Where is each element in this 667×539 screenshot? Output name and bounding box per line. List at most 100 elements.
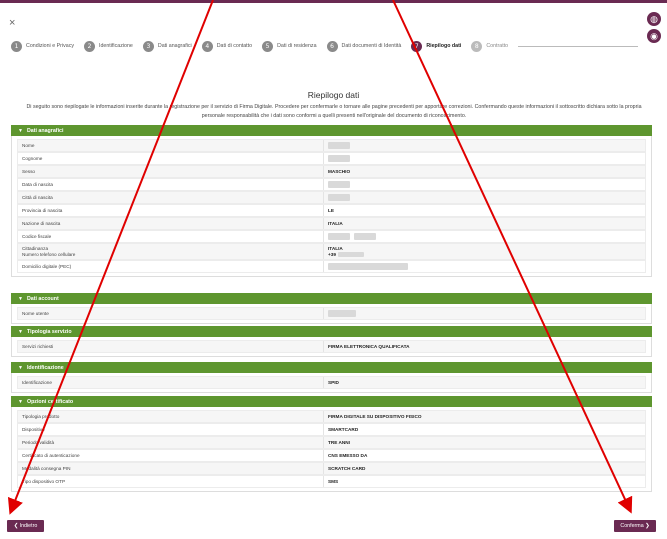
step-label: Dati documenti di Identità	[341, 43, 402, 49]
table-row: Tipologia prodotto FIRMA DIGITALE SU DISP…	[17, 410, 646, 423]
section-title: Identificazione	[26, 364, 64, 371]
step-label: Identificazione	[99, 43, 133, 49]
row-key: Sesso	[18, 166, 324, 177]
table-row: Modalità consegna PIN SCRATCH CARD	[17, 462, 646, 475]
table-row: Identificazione SPID	[17, 376, 646, 389]
table-row: Cognome	[17, 152, 646, 165]
table-row: Data di nascita	[17, 178, 646, 191]
row-key: Città di nascita	[18, 192, 324, 203]
row-value	[324, 261, 645, 272]
redacted-value	[328, 194, 350, 201]
top-accent-bar	[0, 0, 667, 3]
table-row: Codice fiscale	[17, 230, 646, 243]
redacted-value	[328, 263, 408, 270]
table-row: Domicilio digitale (PEC)	[17, 260, 646, 273]
stepper-progress-line	[518, 45, 639, 47]
chevron-down-icon: ▼	[18, 295, 23, 302]
accessibility-icon[interactable]: ◉	[647, 29, 661, 43]
row-value	[324, 140, 645, 151]
step-number: 6	[326, 40, 338, 52]
section-header-dati-anagrafici[interactable]: ▼ Dati anagrafici	[11, 125, 652, 136]
step-riepilogo-dati[interactable]: 7 Riepilogo dati	[411, 40, 462, 52]
close-icon[interactable]: ×	[9, 18, 15, 29]
row-value: FIRMA DIGITALE SU DISPOSITIVO FISICO	[328, 413, 422, 419]
row-value-line: +39	[328, 252, 364, 258]
step-number: 7	[411, 40, 423, 52]
row-value: SCRATCH CARD	[328, 465, 366, 471]
row-key: Data di nascita	[18, 179, 324, 190]
step-label: Dati di contatto	[216, 43, 253, 49]
table-row: Provincia di nascita LE	[17, 204, 646, 217]
redacted-value	[328, 142, 350, 149]
redacted-value	[328, 310, 356, 317]
row-key: Tipo dispositivo OTP	[18, 476, 324, 487]
section-header-tipologia-servizio[interactable]: ▼ Tipologia servizio	[11, 326, 652, 337]
section-title: Dati account	[26, 295, 59, 302]
row-key: Nome utente	[18, 308, 324, 319]
table-row: Tipo dispositivo OTP SMS	[17, 475, 646, 488]
step-dati-residenza[interactable]: 5 Dati di residenza	[262, 40, 317, 52]
row-value	[324, 231, 645, 242]
step-label: Riepilogo dati	[426, 43, 462, 49]
row-value	[324, 179, 645, 190]
step-label: Dati anagrafici	[157, 43, 192, 49]
phone-prefix: +39	[328, 251, 336, 257]
section-header-identificazione[interactable]: ▼ Identificazione	[11, 362, 652, 373]
table-row: Dispositivo SMARTCARD	[17, 423, 646, 436]
step-condizioni[interactable]: 1 Condizioni e Privacy	[11, 40, 74, 52]
step-dati-documenti[interactable]: 6 Dati documenti di Identità	[326, 40, 402, 52]
row-key-line: Numero telefono cellulare	[22, 251, 76, 257]
table-row: Certificato di autenticazione CNS EMESSO …	[17, 449, 646, 462]
row-value: FIRMA ELETTRONICA QUALIFICATA	[328, 343, 410, 349]
row-key: Modalità consegna PIN	[18, 463, 324, 474]
row-value: LE	[328, 207, 334, 213]
table-row: Periodo validità TRE ANNI	[17, 436, 646, 449]
row-value: SPID	[328, 379, 339, 385]
row-key: Identificazione	[18, 377, 324, 388]
section-title: Tipologia servizio	[26, 328, 72, 335]
step-identificazione[interactable]: 2 Identificazione	[84, 40, 133, 52]
step-dati-contatto[interactable]: 4 Dati di contatto	[201, 40, 253, 52]
redacted-value	[328, 155, 350, 162]
row-key: Servizi richiesti	[18, 341, 324, 352]
row-key: Cognome	[18, 153, 324, 164]
row-key: Certificato di autenticazione	[18, 450, 324, 461]
chevron-down-icon: ▼	[18, 398, 23, 405]
section-panel-opzioni-certificato: Tipologia prodotto FIRMA DIGITALE SU DISP…	[11, 407, 652, 492]
confirm-button[interactable]: Conferma ❯	[614, 520, 656, 532]
table-row: Nome	[17, 139, 646, 152]
section-header-opzioni-certificato[interactable]: ▼ Opzioni certificato	[11, 396, 652, 407]
table-row: Cittadinanza Numero telefono cellulare I…	[17, 243, 646, 260]
section-title: Dati anagrafici	[26, 127, 64, 134]
table-row: Sesso MASCHIO	[17, 165, 646, 178]
row-value: ITALIA	[328, 220, 343, 226]
redacted-value	[337, 251, 364, 257]
page-title: Riepilogo dati	[307, 90, 360, 100]
row-value: MASCHIO	[328, 168, 351, 174]
back-button[interactable]: ❮ Indietro	[7, 520, 44, 532]
step-label: Contratto	[486, 43, 509, 49]
row-value: ITALIA +39	[324, 244, 645, 259]
row-key: Provincia di nascita	[18, 205, 324, 216]
row-value: CNS EMESSO DA	[328, 452, 368, 458]
section-panel-dati-account: Nome utente	[11, 304, 652, 324]
step-dati-anagrafici[interactable]: 3 Dati anagrafici	[142, 40, 192, 52]
section-header-dati-account[interactable]: ▼ Dati account	[11, 293, 652, 304]
row-key: Cittadinanza Numero telefono cellulare	[18, 244, 324, 259]
chevron-down-icon: ▼	[18, 364, 23, 371]
section-panel-identificazione: Identificazione SPID	[11, 373, 652, 393]
table-row: Servizi richiesti FIRMA ELETTRONICA QUALI…	[17, 340, 646, 353]
redacted-value	[354, 233, 376, 240]
row-key: Tipologia prodotto	[18, 411, 324, 422]
wizard-stepper: 1 Condizioni e Privacy 2 Identificazione…	[11, 39, 639, 53]
redacted-value	[328, 181, 350, 188]
step-number: 1	[11, 40, 22, 52]
row-key: Dispositivo	[18, 424, 324, 435]
step-contratto: 8 Contratto	[471, 40, 509, 52]
step-number: 8	[471, 40, 483, 52]
section-panel-tipologia-servizio: Servizi richiesti FIRMA ELETTRONICA QUALI…	[11, 337, 652, 357]
globe-icon[interactable]: ◍	[647, 12, 661, 26]
row-key: Nome	[18, 140, 324, 151]
step-number: 4	[201, 40, 213, 52]
row-key: Periodo validità	[18, 437, 324, 448]
